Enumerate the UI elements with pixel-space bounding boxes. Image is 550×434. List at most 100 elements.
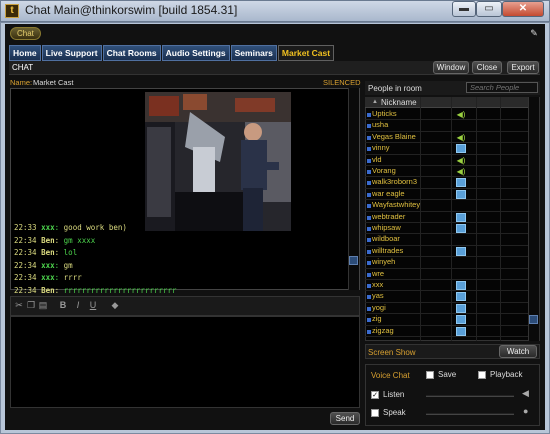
listen-volume-slider[interactable]	[426, 395, 514, 397]
chat-scrollbar-thumb[interactable]	[349, 256, 358, 265]
tab-home[interactable]: Home	[9, 45, 41, 61]
listen-checkbox[interactable]: ✓	[371, 391, 379, 399]
video-icon	[456, 224, 466, 233]
pin-icon[interactable]: ✎	[528, 27, 540, 39]
scissors-icon[interactable]: ✂	[14, 300, 24, 311]
people-row[interactable]: webtrader	[365, 212, 528, 223]
presence-dot-icon	[367, 204, 371, 209]
people-row[interactable]: Wayfastwhitey	[365, 200, 528, 212]
minimize-button[interactable]: ▬	[452, 1, 476, 17]
save-checkbox[interactable]	[426, 371, 434, 379]
window-button[interactable]: Window	[433, 61, 469, 74]
speak-checkbox[interactable]	[371, 409, 379, 417]
people-row[interactable]: wre	[365, 269, 528, 280]
people-row[interactable]: whipsaw	[365, 223, 528, 235]
people-row[interactable]: zig	[365, 314, 528, 326]
people-row[interactable]: yogi	[365, 302, 528, 315]
playback-checkbox[interactable]	[478, 371, 486, 379]
watch-button[interactable]: Watch	[499, 345, 537, 358]
people-row[interactable]: zigzag	[365, 326, 528, 337]
chat-message: 22:34 xxx: rrrr	[14, 273, 82, 282]
video-icon	[456, 144, 466, 154]
paste-icon[interactable]: ▤	[38, 300, 48, 311]
eraser-icon[interactable]: ◆	[110, 300, 120, 311]
presence-dot-icon	[367, 113, 371, 117]
chat-message: 22:33 xxx: good work ben)	[14, 223, 127, 232]
people-row[interactable]: usha	[365, 120, 528, 132]
export-button[interactable]: Export	[507, 61, 539, 74]
video-feed	[145, 92, 291, 231]
playback-label: Playback	[490, 370, 523, 379]
message-time: 22:34	[14, 248, 37, 257]
people-row[interactable]: Vegas Blaine ◀)	[365, 132, 528, 144]
message-input[interactable]	[10, 316, 360, 408]
sort-up-icon[interactable]: ▲	[372, 99, 378, 105]
send-button[interactable]: Send	[330, 412, 360, 425]
presence-dot-icon	[367, 227, 371, 231]
presence-dot-icon	[367, 295, 371, 300]
people-row[interactable]: vinny	[365, 143, 528, 155]
people-row[interactable]: vld ◀)	[365, 155, 528, 166]
search-people-input[interactable]	[466, 82, 538, 93]
people-row[interactable]: yas	[365, 291, 528, 303]
italic-icon[interactable]: I	[73, 300, 83, 311]
tab-live-support[interactable]: Live Support	[41, 45, 102, 61]
message-text: gm	[63, 260, 73, 270]
speaker-icon: ◀)	[456, 110, 466, 119]
nickname: winyeh	[372, 257, 396, 267]
underline-icon[interactable]: U	[88, 300, 98, 311]
message-text: gm xxxx	[63, 235, 96, 245]
message-user: xxx	[41, 223, 55, 232]
close-window-button[interactable]: ✕	[502, 1, 544, 17]
video-icon	[456, 212, 466, 222]
presence-dot-icon	[367, 215, 371, 220]
nickname: zig	[372, 314, 382, 324]
message-user: xxx	[41, 260, 55, 270]
chat-message: 22:34 Ben: lol	[14, 248, 78, 257]
chat-section-pill[interactable]: Chat	[10, 27, 41, 40]
people-row[interactable]: xxx	[365, 280, 528, 292]
nickname: Upticks	[372, 109, 397, 118]
bold-icon[interactable]: B	[58, 300, 68, 311]
message-text: rrrr	[63, 273, 82, 282]
copy-icon[interactable]: ❐	[26, 300, 36, 311]
nickname: yogi	[372, 302, 386, 312]
chat-header-title: CHAT	[12, 63, 34, 72]
video-frame-image	[145, 92, 291, 231]
message-time: 22:33	[14, 223, 37, 232]
presence-dot-icon	[367, 192, 371, 197]
presence-dot-icon	[367, 249, 371, 254]
message-text: lol	[63, 248, 78, 257]
message-user: xxx	[41, 273, 55, 282]
people-row[interactable]: walk3roborn3	[365, 177, 528, 189]
people-scrollbar-thumb[interactable]	[529, 315, 538, 324]
presence-dot-icon	[367, 318, 371, 323]
video-icon	[456, 292, 466, 302]
tab-audio-settings[interactable]: Audio Settings	[161, 45, 230, 61]
tab-market-cast[interactable]: Market Cast	[277, 45, 335, 61]
video-icon	[456, 303, 466, 313]
video-icon	[456, 326, 466, 336]
people-row[interactable]: winyeh	[365, 257, 528, 269]
room-name-label: Name:	[10, 78, 33, 87]
speak-volume-slider[interactable]	[426, 413, 514, 415]
people-row[interactable]: Upticks ◀)	[365, 109, 528, 121]
people-row[interactable]: Vorang ◀)	[365, 166, 528, 178]
tab-seminars[interactable]: Seminars	[230, 45, 277, 61]
people-row[interactable]: wildboar	[365, 234, 528, 246]
people-scrollbar[interactable]	[528, 97, 539, 341]
maximize-button[interactable]: ▭	[476, 1, 502, 17]
nickname: vinny	[372, 143, 390, 153]
people-row[interactable]: willtrades	[365, 246, 528, 258]
chat-message: 22:34 xxx: gm	[14, 260, 73, 270]
message-time: 22:34	[14, 235, 37, 245]
presence-dot-icon	[367, 158, 371, 163]
presence-dot-icon	[367, 329, 371, 334]
close-chat-button[interactable]: Close	[472, 61, 502, 74]
nickname-column-label[interactable]: Nickname	[381, 98, 417, 107]
people-row[interactable]: war eagle	[365, 189, 528, 201]
tab-chat-rooms[interactable]: Chat Rooms	[102, 45, 161, 61]
speak-label: Speak	[383, 408, 406, 417]
presence-dot-icon	[367, 147, 371, 152]
video-icon	[456, 178, 466, 188]
